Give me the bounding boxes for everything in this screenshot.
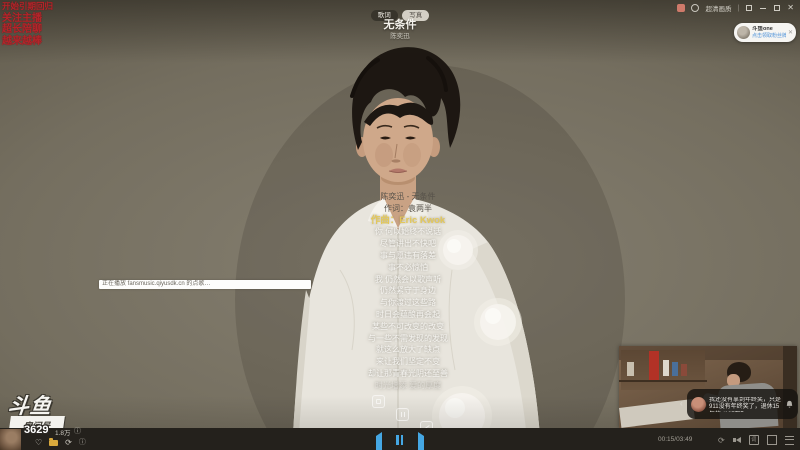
- webcam-red-banner: [649, 351, 659, 380]
- stream-window: 开始引期回归 关注主播 超长陪聊 越来越棒 歌词 写真 无条件 陈奕迅 超清画质…: [0, 0, 800, 450]
- webcam-shelf-edge: [619, 380, 707, 382]
- lyric-box-icon[interactable]: 词: [748, 435, 759, 445]
- folder-icon[interactable]: [49, 437, 59, 446]
- notification-message[interactable]: 点击领取粉丝牌: [752, 33, 786, 39]
- refresh-icon[interactable]: ⟳: [65, 438, 72, 447]
- time-display: 00:15/03:49: [658, 436, 693, 443]
- bulb-icon[interactable]: [691, 4, 700, 12]
- volume-icon[interactable]: [732, 437, 741, 443]
- playbar-right-icons: ⟳ 词: [718, 435, 794, 445]
- playlist-icon[interactable]: [396, 408, 409, 421]
- gift-icon[interactable]: [677, 4, 686, 12]
- notification-bell-icon[interactable]: [785, 400, 794, 409]
- streamer-toolbar: ♡ ⟳ ⓘ: [35, 437, 86, 447]
- webcam-bottle: [627, 362, 634, 376]
- chat-message-text: 我还没有拿到年终奖，只是911没有年终奖了，退休15年的 (187万？…: [709, 396, 782, 411]
- ticker-text: 正在播放 fansmusic.qiyusdk.cn 的点歌…: [102, 281, 211, 287]
- menu-icon[interactable]: [784, 435, 794, 445]
- chevron-left-icon[interactable]: ‹: [680, 399, 683, 408]
- pause-button[interactable]: [396, 435, 403, 445]
- webcam-bottle: [681, 364, 687, 376]
- viewer-count: 1.8万: [55, 430, 71, 437]
- close-icon[interactable]: ✕: [787, 4, 794, 12]
- previous-track-button[interactable]: [376, 432, 382, 450]
- fullscreen-icon[interactable]: [745, 4, 753, 12]
- notification-texts: 斗鱼one 点击领取粉丝牌: [752, 26, 786, 39]
- webcam-desk: [619, 398, 695, 428]
- fan-badge-notification[interactable]: 斗鱼one 点击领取粉丝牌 ✕: [734, 23, 796, 42]
- avatar: [691, 396, 706, 412]
- song-artist: 陈奕迅: [390, 33, 410, 40]
- fullscreen-icon[interactable]: [766, 435, 777, 445]
- info-icon[interactable]: ⓘ: [74, 426, 81, 436]
- next-track-button[interactable]: [418, 432, 424, 450]
- chat-message-bubble: 我还没有拿到年终奖，只是911没有年终奖了，退休15年的 (187万？…: [687, 389, 798, 419]
- similar-songs-icon[interactable]: [372, 395, 385, 408]
- song-request-ticker: 正在播放 fansmusic.qiyusdk.cn 的点歌…: [99, 280, 311, 289]
- maximize-icon[interactable]: [773, 4, 781, 12]
- minimize-icon[interactable]: [759, 4, 767, 12]
- room-number: 3629: [24, 424, 49, 436]
- info-icon[interactable]: ⓘ: [79, 438, 86, 447]
- webcam-bottle: [663, 360, 669, 376]
- avatar: [737, 26, 750, 39]
- window-titlebar-controls: 超清画质 | ✕: [677, 3, 794, 13]
- quality-label[interactable]: 超清画质: [705, 3, 731, 13]
- heart-icon[interactable]: ♡: [35, 438, 42, 447]
- loop-icon[interactable]: ⟳: [718, 436, 725, 445]
- close-icon[interactable]: ✕: [788, 29, 793, 36]
- divider: |: [737, 4, 740, 12]
- webcam-bottle: [672, 362, 678, 376]
- camera-thumbnail[interactable]: [0, 429, 21, 450]
